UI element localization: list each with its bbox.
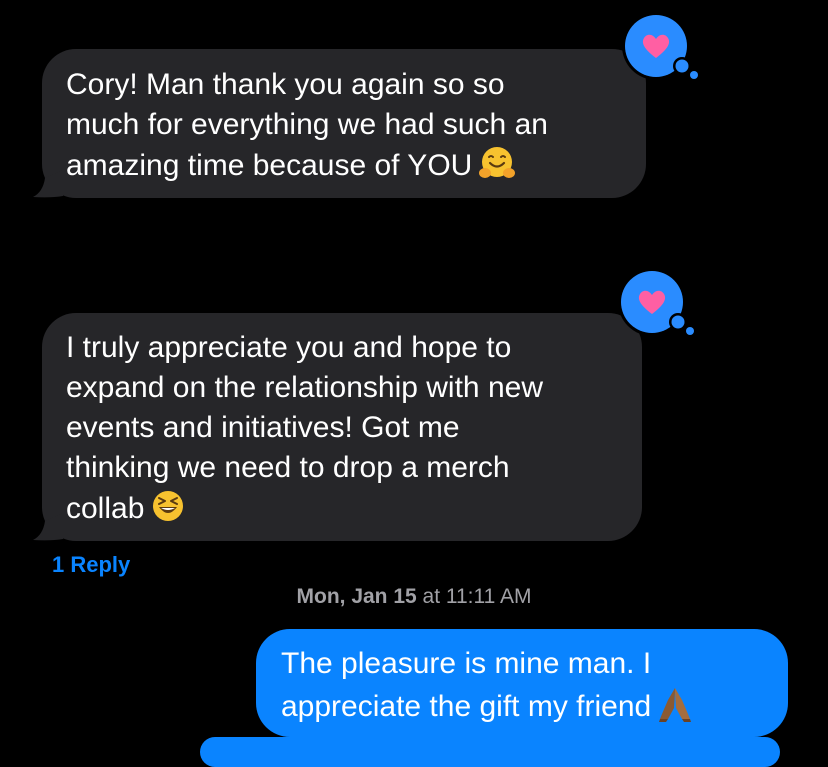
heart-tapback-icon[interactable] [616, 264, 696, 354]
message-line-text: appreciate the gift my friend [281, 690, 652, 723]
grinning-squinting-face-emoji-icon [150, 488, 186, 535]
message-line: expand on the relationship with new [66, 371, 543, 404]
message-timestamp: Mon, Jan 15 at 11:11 AM [0, 584, 828, 610]
reply-thread-link[interactable]: 1 Reply [52, 551, 130, 579]
message-line: collab [66, 488, 618, 535]
message-line-text: amazing time because of YOU [66, 149, 473, 182]
folded-hands-emoji-icon [657, 684, 693, 733]
heart-tapback-icon[interactable] [620, 8, 700, 98]
hugging-face-emoji-icon [478, 145, 516, 192]
message-line: I truly appreciate you and hope to [66, 331, 512, 364]
message-line: appreciate the gift my friend [281, 684, 764, 733]
outgoing-message[interactable]: The pleasure is mine man. I appreciate t… [256, 629, 788, 737]
bubble-tail [33, 170, 63, 198]
message-line: thinking we need to drop a merch [66, 451, 510, 484]
incoming-message-1[interactable]: Cory! Man thank you again so so much for… [33, 49, 646, 198]
message-line-text: collab [66, 492, 145, 525]
message-line: Cory! Man thank you again so so [66, 68, 505, 101]
timestamp-time: at 11:11 AM [416, 585, 532, 608]
incoming-message-2[interactable]: I truly appreciate you and hope to expan… [33, 313, 642, 541]
bubble-tail [33, 513, 63, 541]
message-line: amazing time because of YOU [66, 145, 622, 192]
timestamp-day: Mon, Jan 15 [296, 585, 417, 608]
message-line: much for everything we had such an [66, 108, 548, 141]
message-line: events and initiatives! Got me [66, 411, 460, 444]
message-line: The pleasure is mine man. I [281, 647, 652, 680]
